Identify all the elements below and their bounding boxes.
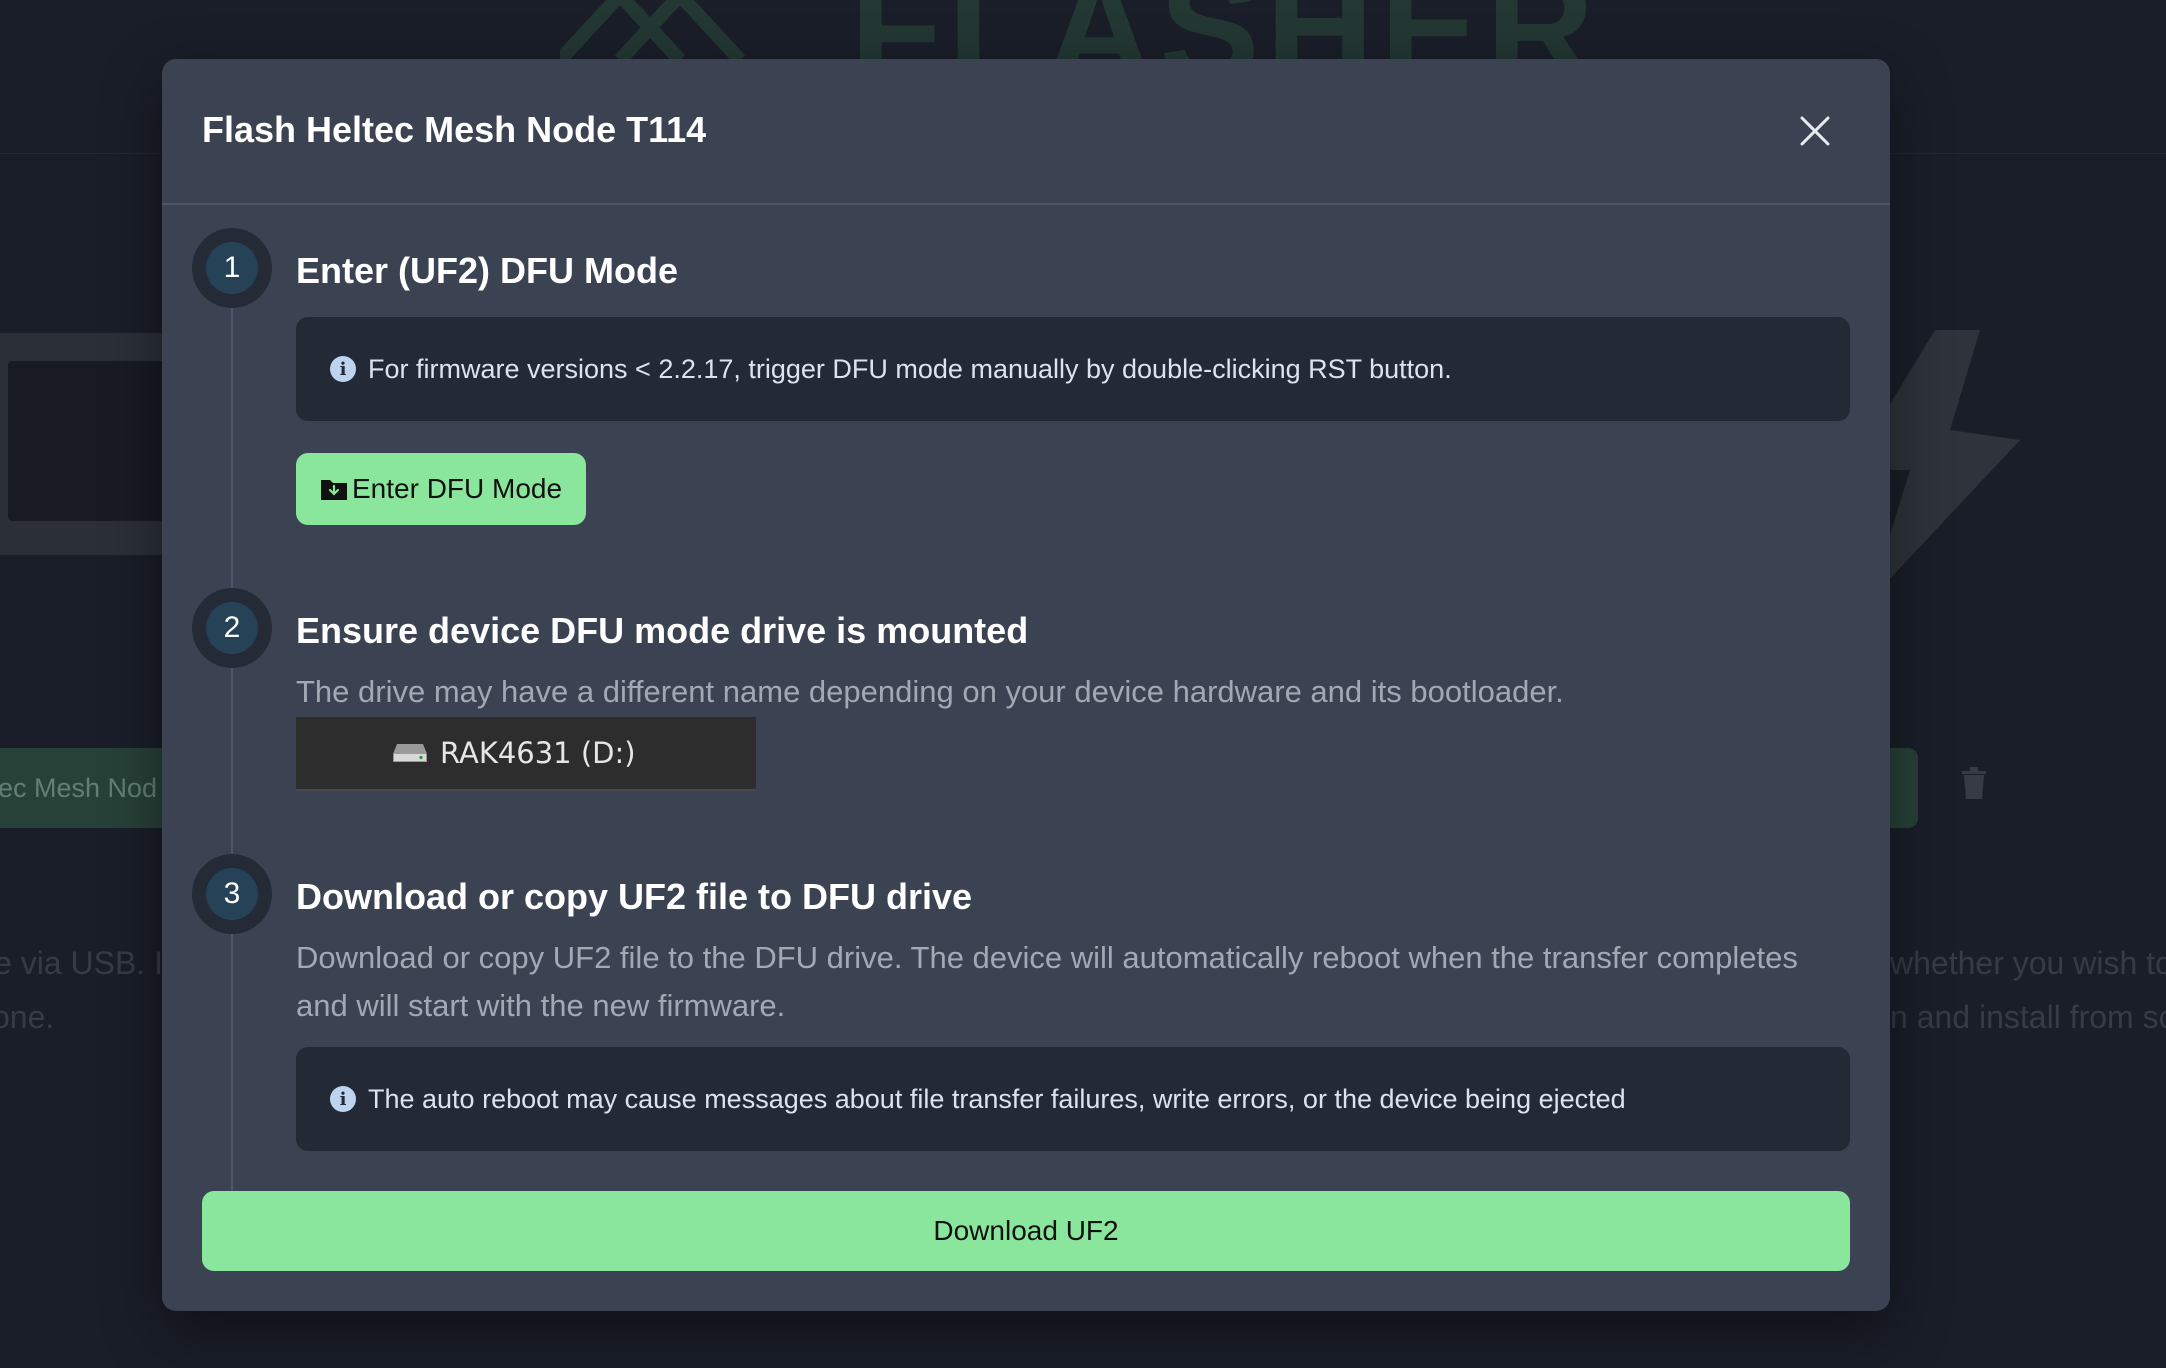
step-2-title: Ensure device DFU mode drive is mounted <box>296 610 1029 651</box>
close-icon[interactable] <box>1798 114 1832 148</box>
flash-modal: Flash Heltec Mesh Node T114 1 Enter (UF2… <box>162 59 1890 1311</box>
step-3-title: Download or copy UF2 file to DFU drive <box>296 876 973 917</box>
steps-connector-line <box>231 289 233 1209</box>
drive-icon <box>393 744 427 762</box>
step-3-info-box: i The auto reboot may cause messages abo… <box>296 1047 1850 1151</box>
step-2-badge: 2 <box>192 588 272 668</box>
step-3-description: Download or copy UF2 file to the DFU dri… <box>296 940 1798 1023</box>
step-2-description: The drive may have a different name depe… <box>296 674 1564 709</box>
step-2-number: 2 <box>206 602 258 654</box>
folder-download-icon <box>321 480 347 500</box>
info-icon: i <box>330 1086 356 1112</box>
step-1-info-box: i For firmware versions < 2.2.17, trigge… <box>296 317 1850 421</box>
info-icon: i <box>330 356 356 382</box>
modal-title: Flash Heltec Mesh Node T114 <box>202 109 707 150</box>
step-3-info-text: The auto reboot may cause messages about… <box>368 1083 1626 1114</box>
step-1-number: 1 <box>206 242 258 294</box>
enter-dfu-mode-label: Enter DFU Mode <box>352 473 563 504</box>
step-1-info-text: For firmware versions < 2.2.17, trigger … <box>368 353 1452 384</box>
drive-entry[interactable]: RAK4631 (D:) <box>296 717 756 791</box>
modal-header: Flash Heltec Mesh Node T114 <box>162 59 1890 205</box>
step-1-title: Enter (UF2) DFU Mode <box>296 250 678 291</box>
step-3-number: 3 <box>206 868 258 920</box>
enter-dfu-mode-button[interactable]: Enter DFU Mode <box>296 453 587 525</box>
step-1-badge: 1 <box>192 228 272 308</box>
download-uf2-button[interactable]: Download UF2 <box>202 1191 1850 1271</box>
step-3-badge: 3 <box>192 854 272 934</box>
drive-label: RAK4631 (D:) <box>440 736 636 770</box>
